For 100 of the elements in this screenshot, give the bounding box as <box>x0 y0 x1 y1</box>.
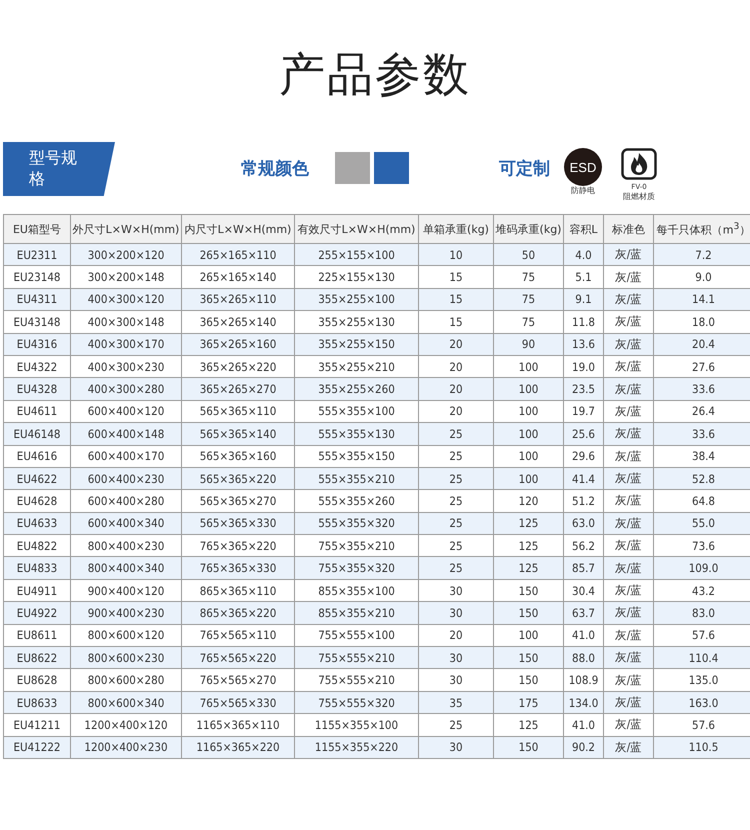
table-cell: 555×355×130 <box>294 422 418 446</box>
table-cell: EU4922 <box>4 602 70 624</box>
table-cell: EU4833 <box>4 556 70 580</box>
table-cell: 265×165×140 <box>182 266 294 288</box>
custom-label: 可定制 <box>499 158 550 180</box>
table-cell: 15 <box>418 310 494 334</box>
column-header: EU箱型号 <box>4 214 70 244</box>
table-cell: EU46148 <box>4 422 70 446</box>
table-cell: EU4622 <box>4 467 70 490</box>
table-cell: 51.2 <box>564 490 604 512</box>
table-cell: 100 <box>494 445 564 468</box>
table-cell: 63.7 <box>564 602 604 624</box>
table-cell: 555×355×320 <box>294 512 418 535</box>
table-cell: 灰/蓝 <box>604 445 654 468</box>
table-cell: 25 <box>418 556 494 580</box>
table-cell: 50 <box>494 244 564 266</box>
table-cell: 灰/蓝 <box>604 244 654 266</box>
table-cell: 365×265×270 <box>182 378 294 400</box>
table-cell: 855×355×210 <box>294 602 418 624</box>
table-cell: 75 <box>494 288 564 311</box>
badge-caption: 防静电 <box>571 186 595 196</box>
table-cell: 33.6 <box>654 378 750 400</box>
table-cell: 灰/蓝 <box>604 422 654 446</box>
table-cell: 63.0 <box>564 512 604 535</box>
table-cell: 120 <box>494 490 564 512</box>
table-cell: 110.4 <box>654 646 750 669</box>
table-cell: 25 <box>418 490 494 512</box>
table-cell: 灰/蓝 <box>604 490 654 512</box>
table-cell: 400×300×170 <box>70 333 182 356</box>
table-cell: 灰/蓝 <box>604 668 654 692</box>
table-cell: 41.0 <box>564 714 604 736</box>
table-cell: 900×400×230 <box>70 602 182 624</box>
table-cell: 35 <box>418 691 494 714</box>
table-cell: 13.6 <box>564 333 604 356</box>
table-cell: 75 <box>494 310 564 334</box>
table-cell: 800×600×230 <box>70 646 182 669</box>
table-cell: 125 <box>494 714 564 736</box>
table-cell: 565×365×140 <box>182 422 294 446</box>
table-cell: 150 <box>494 602 564 624</box>
table-cell: 300×200×148 <box>70 266 182 288</box>
table-cell: 400×300×280 <box>70 378 182 400</box>
table-cell: 100 <box>494 422 564 446</box>
table-cell: 30 <box>418 646 494 669</box>
table-cell: 灰/蓝 <box>604 310 654 334</box>
table-cell: 565×365×160 <box>182 445 294 468</box>
table-cell: 灰/蓝 <box>604 288 654 311</box>
table-cell: EU8633 <box>4 691 70 714</box>
table-cell: EU4616 <box>4 445 70 468</box>
esd-icon: ESD <box>564 148 602 186</box>
table-cell: EU4633 <box>4 512 70 535</box>
table-cell: 灰/蓝 <box>604 691 654 714</box>
section-tag: 型号规格 <box>3 142 115 196</box>
table-cell: EU4311 <box>4 288 70 311</box>
table-cell: 30 <box>418 602 494 624</box>
table-cell: 765×565×220 <box>182 646 294 669</box>
table-cell: 755×355×320 <box>294 556 418 580</box>
table-cell: 1165×365×110 <box>182 714 294 736</box>
table-cell: 灰/蓝 <box>604 646 654 669</box>
table-cell: 565×365×330 <box>182 512 294 535</box>
table-cell: 83.0 <box>654 602 750 624</box>
table-cell: 600×400×340 <box>70 512 182 535</box>
table-cell: 20 <box>418 333 494 356</box>
table-cell: 175 <box>494 691 564 714</box>
table-cell: 150 <box>494 646 564 669</box>
table-cell: 555×355×150 <box>294 445 418 468</box>
table-cell: 125 <box>494 512 564 535</box>
table-cell: EU2311 <box>4 244 70 266</box>
table-cell: 400×300×148 <box>70 310 182 334</box>
table-cell: 90 <box>494 333 564 356</box>
table-cell: 565×365×220 <box>182 467 294 490</box>
table-cell: 755×555×210 <box>294 668 418 692</box>
table-cell: 110.5 <box>654 736 750 758</box>
table-cell: EU41211 <box>4 714 70 736</box>
table-cell: 29.6 <box>564 445 604 468</box>
table-cell: 355×255×100 <box>294 288 418 311</box>
table-cell: EU8628 <box>4 668 70 692</box>
table-cell: 4.0 <box>564 244 604 266</box>
table-cell: 400×300×120 <box>70 288 182 311</box>
colors-label: 常规颜色 <box>241 158 309 180</box>
column-header: 每千只体积（m$^{3}$） <box>654 214 750 244</box>
table-cell: 600×400×170 <box>70 445 182 468</box>
table-cell: 225×155×130 <box>294 266 418 288</box>
table-cell: 100 <box>494 467 564 490</box>
table-cell: 365×265×160 <box>182 333 294 356</box>
table-cell: 150 <box>494 668 564 692</box>
table-cell: 555×355×210 <box>294 467 418 490</box>
table-cell: 125 <box>494 556 564 580</box>
table-cell: 25 <box>418 714 494 736</box>
table-cell: 25 <box>418 422 494 446</box>
table-cell: 300×200×120 <box>70 244 182 266</box>
table-cell: EU43148 <box>4 310 70 334</box>
column-header: 有效尺寸L×W×H(mm) <box>294 214 418 244</box>
table-cell: 150 <box>494 736 564 758</box>
table-cell: 600×400×230 <box>70 467 182 490</box>
table-cell: 25 <box>418 445 494 468</box>
table-cell: 365×265×110 <box>182 288 294 311</box>
table-cell: EU4316 <box>4 333 70 356</box>
table-cell: 25.6 <box>564 422 604 446</box>
table-cell: 30 <box>418 668 494 692</box>
table-cell: 41.4 <box>564 467 604 490</box>
